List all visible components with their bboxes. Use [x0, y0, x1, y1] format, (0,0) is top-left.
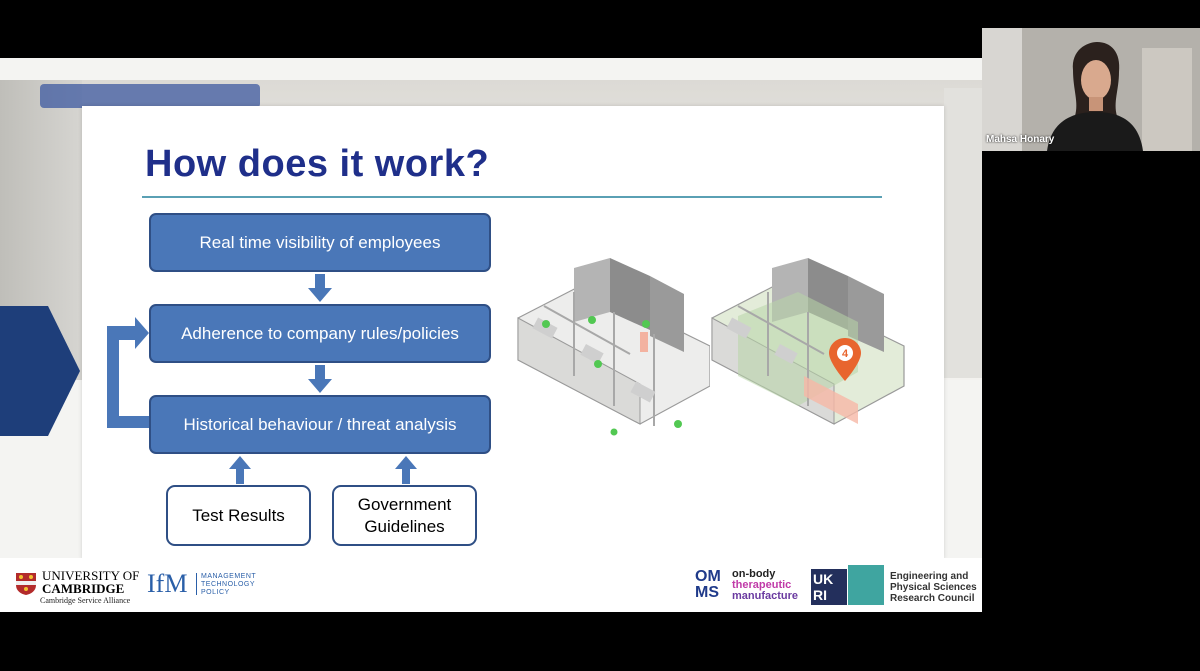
ukri-logo: UK RI — [811, 569, 847, 605]
slide: How does it work? Real time visibility o… — [82, 106, 944, 559]
title-divider — [142, 196, 882, 198]
cambridge-logo-text: UNIVERSITY OF CAMBRIDGE — [42, 569, 139, 595]
floor-plan-tracking-illustration — [517, 258, 710, 436]
ifm-line: MANAGEMENT — [201, 573, 257, 580]
ukri-logo-accent — [848, 565, 884, 605]
omms-logo-lines: on-body therapeutic manufacture — [732, 569, 798, 602]
up-arrow-icon — [229, 456, 251, 484]
participant-background-door — [1142, 48, 1192, 151]
participant-video-feed — [1047, 42, 1143, 151]
up-arrow-icon — [395, 456, 417, 484]
shared-screen: How does it work? Real time visibility o… — [0, 58, 982, 612]
participant-background — [982, 28, 1022, 151]
flow-step-visibility: Real time visibility of employees — [149, 213, 491, 272]
flow-step-adherence: Adherence to company rules/policies — [149, 304, 491, 363]
ifm-logo-lines: MANAGEMENT TECHNOLOGY POLICY — [201, 573, 256, 597]
epsrc-line: Research Council — [890, 593, 975, 604]
ifm-divider — [196, 573, 197, 595]
cambridge-line-2: CAMBRIDGE — [42, 581, 125, 596]
floor-plan-alert-illustration: 4 — [711, 258, 905, 425]
input-government-guidelines-label: Government Guidelines — [357, 494, 452, 536]
flow-step-analysis: Historical behaviour / threat analysis — [149, 395, 491, 454]
epsrc-line: Engineering and — [890, 571, 969, 582]
sponsor-logo-bar: UNIVERSITY OF CAMBRIDGE Cambridge Servic… — [0, 558, 982, 612]
input-test-results: Test Results — [166, 485, 311, 546]
cambridge-crest-icon — [16, 573, 36, 595]
ifm-line: POLICY — [201, 589, 230, 596]
ifm-line: TECHNOLOGY — [201, 581, 256, 588]
map-pin-label: 4 — [842, 348, 849, 360]
slide-title: How does it work? — [145, 143, 490, 185]
cambridge-subtitle: Cambridge Service Alliance — [40, 596, 131, 605]
epsrc-line: Physical Sciences — [890, 582, 977, 593]
participant-name: Mahsa Honary — [986, 134, 1055, 145]
input-government-guidelines: Government Guidelines — [332, 485, 477, 546]
background-photo-right — [944, 88, 982, 378]
background-equipment — [40, 84, 260, 108]
omms-line: manufacture — [732, 590, 799, 602]
ifm-logo: IfM — [147, 569, 188, 598]
epsrc-logo-text: Engineering and Physical Sciences Resear… — [890, 571, 977, 604]
participant-video-tile[interactable]: Mahsa Honary — [982, 28, 1200, 151]
down-arrow-icon — [308, 365, 332, 393]
feedback-loop-arrow-icon — [107, 317, 149, 428]
down-arrow-icon — [308, 274, 332, 302]
omms-logo: OM MS — [695, 568, 721, 601]
